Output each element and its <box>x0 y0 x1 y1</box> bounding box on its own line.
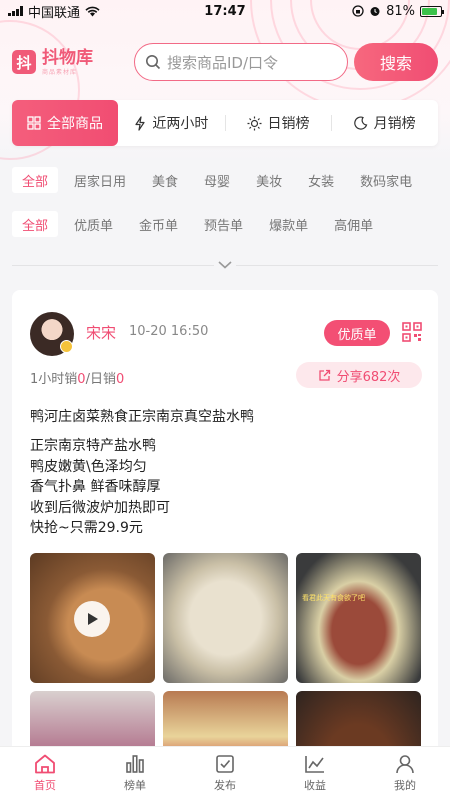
desc-line: 香气扑鼻 鲜香味醇厚 <box>30 479 161 495</box>
tab-publish-label: 发布 <box>214 779 236 792</box>
desc-line: 正宗南京特产盐水鸭 <box>30 438 156 454</box>
battery-icon <box>420 5 444 17</box>
search-placeholder: 搜索商品ID/口令 <box>167 53 279 72</box>
category-women[interactable]: 女装 <box>298 167 344 193</box>
category-baby[interactable]: 母婴 <box>194 167 240 193</box>
post-card: 宋宋 10-20 16:50 优质单 1小时销0/日销0 分享682次 鸭河庄卤… <box>12 290 438 760</box>
share-count: 分享682次 <box>336 369 401 385</box>
earnings-icon <box>305 756 324 773</box>
share-button[interactable]: 分享682次 <box>296 362 422 388</box>
type-all[interactable]: 全部 <box>12 211 59 237</box>
logo-title: 抖物库 <box>42 47 93 68</box>
tab-earnings-label: 收益 <box>304 779 326 792</box>
verified-badge-icon <box>60 340 73 353</box>
battery-percent: 81% <box>386 3 415 19</box>
chevron-down-icon <box>218 261 232 269</box>
category-digital[interactable]: 数码家电 <box>350 167 422 193</box>
profile-icon <box>396 755 414 774</box>
logo-tagline: 商品素材库 <box>42 68 78 76</box>
tab-rankings[interactable]: 榜单 <box>90 747 180 800</box>
tab-home-label: 首页 <box>34 779 56 792</box>
tab-home[interactable]: 首页 <box>0 747 90 800</box>
tab-monthly-rank[interactable]: 月销榜 <box>331 100 438 146</box>
type-preview[interactable]: 预告单 <box>194 211 253 237</box>
qr-code-icon[interactable] <box>402 322 422 342</box>
status-bar: 中国联通 17:47 81% <box>0 0 450 22</box>
app-logo: 抖 抖物库 商品素材库 <box>12 49 124 76</box>
type-high-commission[interactable]: 高佣单 <box>324 211 383 237</box>
product-video[interactable] <box>30 553 155 683</box>
quality-tag-button[interactable]: 优质单 <box>324 320 390 346</box>
tab-earnings[interactable]: 收益 <box>270 747 360 800</box>
bar-chart-icon <box>126 755 144 773</box>
tab-profile-label: 我的 <box>394 779 416 792</box>
home-icon <box>35 754 55 774</box>
alarm-icon <box>370 7 380 16</box>
category-home[interactable]: 居家日用 <box>64 167 136 193</box>
type-quality[interactable]: 优质单 <box>64 211 123 237</box>
tab-publish[interactable]: 发布 <box>180 747 270 800</box>
tab-label: 全部商品 <box>47 116 103 132</box>
rank-tabs: 全部商品 近两小时 日销榜 月销榜 <box>12 100 438 146</box>
tab-rankings-label: 榜单 <box>124 779 146 792</box>
signal-icon <box>8 6 23 16</box>
rotation-lock-icon <box>352 5 364 17</box>
photo-grid: 看君此天有食欲了吧 <box>30 553 422 760</box>
logo-mark: 抖 <box>12 50 36 74</box>
type-hot[interactable]: 爆款单 <box>259 211 318 237</box>
carrier-label: 中国联通 <box>28 5 81 21</box>
sun-icon <box>247 116 261 130</box>
tab-two-hours[interactable]: 近两小时 <box>118 100 225 146</box>
share-icon <box>318 369 330 381</box>
moon-icon <box>353 116 367 130</box>
tab-profile[interactable]: 我的 <box>360 747 450 800</box>
wifi-icon <box>85 6 100 16</box>
category-food[interactable]: 美食 <box>142 167 188 193</box>
sales-stats: 1小时销0/日销0 <box>30 372 125 387</box>
search-icon <box>146 55 161 70</box>
expand-filters-button[interactable] <box>214 258 236 272</box>
post-username[interactable]: 宋宋 <box>86 322 116 343</box>
desc-line: 快抢~只需29.9元 <box>30 520 143 536</box>
post-description: 正宗南京特产盐水鸭 鸭皮嫩黄\色泽均匀 香气扑鼻 鲜香味醇厚 收到后微波炉加热即… <box>30 436 170 539</box>
search-input[interactable]: 搜索商品ID/口令 <box>134 43 348 81</box>
tab-label: 近两小时 <box>152 116 209 132</box>
post-time: 10-20 16:50 <box>129 324 209 339</box>
type-coin[interactable]: 金币单 <box>129 211 188 237</box>
play-icon[interactable] <box>74 601 110 637</box>
post-title: 鸭河庄卤菜熟食正宗南京真空盐水鸭 <box>30 409 254 425</box>
category-filter: 全部 居家日用 美食 母婴 美妆 女装 数码家电 <box>12 166 438 194</box>
search-button[interactable]: 搜索 <box>354 43 438 81</box>
type-filter: 全部 优质单 金币单 预告单 爆款单 高佣单 <box>12 210 438 238</box>
desc-line: 鸭皮嫩黄\色泽均匀 <box>30 458 147 475</box>
tab-daily-rank[interactable]: 日销榜 <box>224 100 332 146</box>
desc-line: 收到后微波炉加热即可 <box>30 499 170 516</box>
bottom-tab-bar: 首页 榜单 发布 收益 我的 <box>0 746 450 800</box>
lightning-icon <box>135 115 145 131</box>
category-beauty[interactable]: 美妆 <box>246 167 292 193</box>
category-all[interactable]: 全部 <box>12 167 59 193</box>
photo-caption: 看君此天有食欲了吧 <box>302 594 365 602</box>
grid-icon <box>27 116 41 130</box>
tab-all-products[interactable]: 全部商品 <box>12 100 118 146</box>
publish-icon <box>216 755 234 773</box>
tab-label: 日销榜 <box>267 116 310 132</box>
product-photo[interactable]: 看君此天有食欲了吧 <box>296 553 421 683</box>
tab-label: 月销榜 <box>373 116 416 132</box>
product-photo[interactable] <box>163 553 288 683</box>
